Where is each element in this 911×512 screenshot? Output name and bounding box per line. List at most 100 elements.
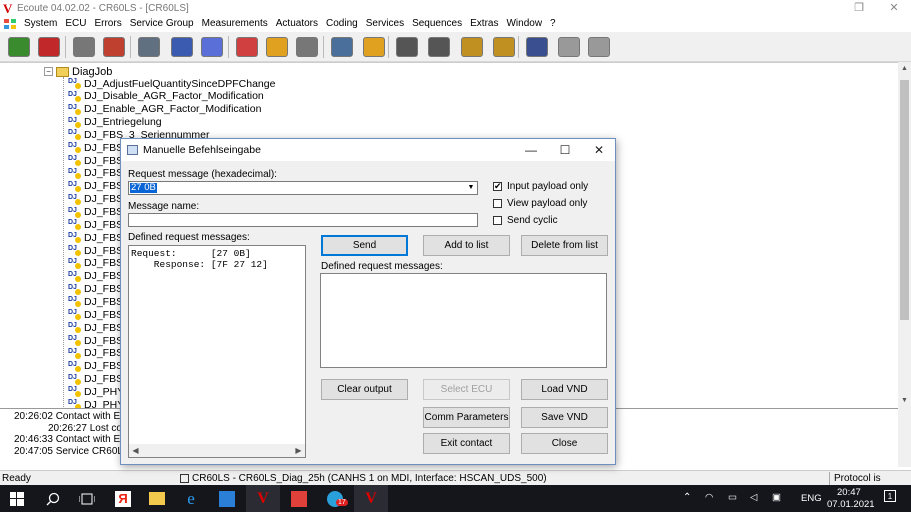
collapse-icon[interactable]: − — [44, 67, 53, 76]
input-payload-only-checkbox[interactable]: ✔ Input payload only — [493, 181, 588, 192]
clock-date[interactable]: 07.01.2021 — [827, 499, 875, 510]
add-to-list-button[interactable]: Add to list — [423, 235, 510, 256]
toolbar-button[interactable] — [263, 34, 291, 60]
toolbar-button[interactable] — [233, 34, 261, 60]
menu-help[interactable]: ? — [546, 17, 560, 31]
toolbar-button[interactable] — [135, 34, 163, 60]
toolbar-button[interactable] — [293, 34, 321, 60]
tree-item[interactable]: DJ DJ_Disable_AGR_Factor_Modification — [68, 90, 264, 103]
toolbar-button[interactable] — [555, 34, 583, 60]
taskbar-telegram[interactable]: 17 — [318, 485, 352, 512]
check-icon — [73, 37, 95, 57]
clock-time[interactable]: 20:47 — [837, 487, 861, 498]
checkbox-unchecked-icon[interactable] — [493, 199, 502, 208]
toolbar-button[interactable] — [585, 34, 613, 60]
dialog-maximize-button[interactable]: ☐ — [548, 139, 582, 161]
menu-extras[interactable]: Extras — [466, 17, 502, 31]
diagjob-icon: DJ — [68, 335, 81, 346]
task-view-button[interactable] — [70, 485, 104, 512]
defined-requests-list[interactable] — [320, 273, 607, 368]
send-cyclic-checkbox[interactable]: Send cyclic — [493, 215, 558, 226]
toolbar-button[interactable] — [425, 34, 453, 60]
tree-item[interactable]: DJ DJ_AdjustFuelQuantitySinceDPFChange — [68, 77, 275, 90]
menu-service-group[interactable]: Service Group — [126, 17, 198, 31]
toolbar-button[interactable] — [5, 34, 33, 60]
toolbar-button[interactable] — [360, 34, 388, 60]
toolbar-button[interactable] — [328, 34, 356, 60]
battery-icon[interactable]: ▭ — [728, 492, 737, 503]
clear-output-button[interactable]: Clear output — [321, 379, 408, 400]
search-button[interactable] — [36, 485, 70, 512]
start-button[interactable] — [0, 485, 34, 512]
scroll-right-icon[interactable]: ▶ — [292, 444, 305, 457]
send-button[interactable]: Send — [321, 235, 408, 256]
checkbox-unchecked-icon[interactable] — [493, 216, 502, 225]
request-message-value[interactable]: 27 0B — [130, 183, 157, 193]
list-item[interactable]: Response: [7F 27 12] — [131, 259, 268, 270]
toolbar-button[interactable] — [168, 34, 196, 60]
toolbar-button[interactable] — [70, 34, 98, 60]
view-payload-only-checkbox[interactable]: View payload only — [493, 198, 587, 209]
scrollbar-thumb[interactable] — [900, 80, 909, 320]
toolbar-button[interactable] — [523, 34, 551, 60]
taskbar-ecoute-2[interactable]: V — [354, 485, 388, 512]
menu-coding[interactable]: Coding — [322, 17, 362, 31]
exit-contact-button[interactable]: Exit contact — [423, 433, 510, 454]
menu-measurements[interactable]: Measurements — [198, 17, 272, 31]
request-message-combobox[interactable]: 27 0B ▼ — [128, 181, 478, 195]
comm-parameters-button[interactable]: Comm Parameters — [423, 407, 510, 428]
menu-sequences[interactable]: Sequences — [408, 17, 466, 31]
toolbar-button[interactable] — [393, 34, 421, 60]
notifications-icon[interactable]: 1 — [884, 490, 896, 502]
taskbar-store[interactable] — [210, 485, 244, 512]
scroll-left-icon[interactable]: ◀ — [129, 444, 142, 457]
request-output-list[interactable]: Request: [27 0B] Response: [7F 27 12] ◀ … — [128, 245, 306, 458]
close-button[interactable]: Close — [521, 433, 608, 454]
menu-ecu[interactable]: ECU — [61, 17, 90, 31]
checkbox-checked-icon[interactable]: ✔ — [493, 182, 502, 191]
horizontal-scrollbar[interactable]: ◀ ▶ — [129, 444, 305, 457]
menu-errors[interactable]: Errors — [90, 17, 125, 31]
dialog-close-button[interactable]: ✕ — [582, 139, 616, 161]
taskbar-anydesk[interactable] — [282, 485, 316, 512]
tree-guide-line — [63, 77, 64, 408]
taskbar-edge[interactable]: e — [174, 485, 208, 512]
taskbar-yandex[interactable]: Я — [106, 485, 140, 512]
menu-system[interactable]: System — [20, 17, 61, 31]
chevron-down-icon[interactable]: ▼ — [465, 182, 477, 194]
volume-icon[interactable]: ◁ — [750, 492, 757, 503]
folder-icon — [149, 492, 165, 505]
menu-actuators[interactable]: Actuators — [272, 17, 322, 31]
scroll-up-icon[interactable]: ▲ — [898, 62, 911, 76]
tree-item[interactable]: DJ DJ_Entriegelung — [68, 116, 162, 129]
language-indicator[interactable]: ENG — [801, 493, 822, 504]
dialog-minimize-button[interactable]: — — [514, 139, 548, 161]
close-button[interactable]: ✕ — [877, 0, 911, 17]
lan-icon[interactable]: ▣ — [772, 492, 781, 503]
tree-item[interactable]: DJ DJ_Enable_AGR_Factor_Modification — [68, 103, 261, 116]
load-vnd-button[interactable]: Load VND — [521, 379, 608, 400]
toolbar-button[interactable] — [100, 34, 128, 60]
delete-from-list-button[interactable]: Delete from list — [521, 235, 608, 256]
save-vnd-button[interactable]: Save VND — [521, 407, 608, 428]
network-icon[interactable]: ◠ — [705, 492, 713, 503]
toolbar-button[interactable] — [458, 34, 486, 60]
log-scrollbar[interactable] — [898, 408, 911, 467]
toolbar-button[interactable] — [490, 34, 518, 60]
disconnect-icon — [38, 37, 60, 57]
system-menu-icon[interactable] — [4, 18, 18, 30]
list-item[interactable]: Request: [27 0B] — [131, 248, 251, 259]
toolbar-button[interactable] — [35, 34, 63, 60]
toolbar-button[interactable] — [198, 34, 226, 60]
tray-overflow-icon[interactable]: ⌃ — [683, 492, 691, 503]
scroll-down-icon[interactable]: ▼ — [898, 394, 911, 408]
message-name-input[interactable] — [128, 213, 478, 227]
menu-window[interactable]: Window — [502, 17, 546, 31]
tree-scrollbar[interactable]: ▲ ▼ — [898, 62, 911, 408]
taskbar-ecoute[interactable]: V — [246, 485, 280, 512]
menu-services[interactable]: Services — [362, 17, 408, 31]
select-ecu-button[interactable]: Select ECU — [423, 379, 510, 400]
toolbar-separator — [518, 36, 519, 58]
taskbar-explorer[interactable] — [140, 485, 174, 512]
restore-button[interactable]: ❐ — [842, 0, 876, 17]
